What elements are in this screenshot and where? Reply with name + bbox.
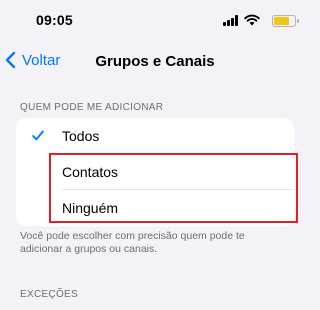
option-row-todos[interactable]: Todos [16, 118, 294, 154]
navigation-bar: Voltar Grupos e Canais [0, 44, 310, 76]
option-row-contatos[interactable]: Contatos [16, 154, 294, 190]
option-label: Ninguém [62, 200, 119, 216]
signal-icon [223, 15, 240, 26]
wifi-icon [244, 14, 260, 26]
checkmark-icon [32, 130, 44, 141]
page-title: Grupos e Canais [95, 53, 215, 70]
battery-icon [272, 15, 299, 27]
battery-fill [274, 17, 289, 25]
status-bar: 09:05 [0, 0, 310, 36]
status-time: 09:05 [36, 12, 73, 28]
section-header-who-can-add: QUEM PODE ME ADICIONAR [20, 102, 164, 113]
section-footer: Você pode escolher com precisão quem pod… [20, 230, 245, 255]
option-label: Todos [62, 128, 100, 144]
options-group: Todos Contatos Ninguém [16, 118, 294, 226]
option-label: Contatos [62, 164, 119, 180]
option-row-ninguem[interactable]: Ninguém [16, 190, 294, 226]
section-header-exceptions: EXCEÇÕES [20, 289, 78, 300]
